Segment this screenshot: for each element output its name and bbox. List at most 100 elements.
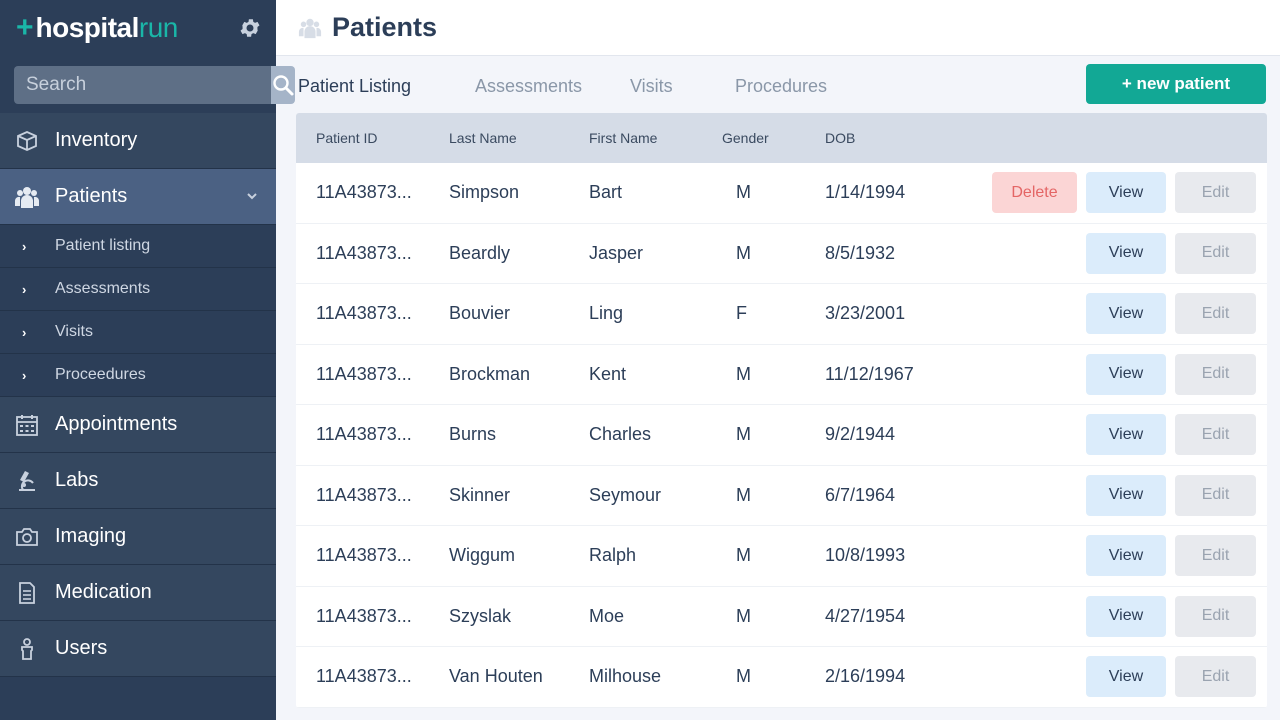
new-patient-button[interactable]: + new patient bbox=[1086, 64, 1266, 104]
cell-gender: M bbox=[736, 545, 751, 566]
column-header-patient-id[interactable]: Patient ID bbox=[316, 130, 377, 146]
sidebar-item-inventory[interactable]: Inventory bbox=[0, 113, 276, 169]
page-header: Patients bbox=[276, 0, 1280, 56]
view-button[interactable]: View bbox=[1086, 414, 1166, 456]
cell-first-name: Moe bbox=[589, 605, 625, 626]
view-button[interactable]: View bbox=[1086, 293, 1166, 335]
view-button[interactable]: View bbox=[1086, 172, 1166, 214]
edit-button[interactable]: Edit bbox=[1175, 656, 1256, 698]
search-bar bbox=[14, 66, 295, 104]
sidebar-item-users[interactable]: Users bbox=[0, 621, 276, 677]
cell-first-name: Seymour bbox=[589, 484, 662, 505]
cell-dob: 4/27/1954 bbox=[825, 605, 906, 626]
sidebar-item-labs[interactable]: Labs bbox=[0, 453, 276, 509]
tab-assessments[interactable]: Assessments bbox=[475, 72, 630, 100]
cell-last-name: Van Houten bbox=[449, 666, 543, 687]
chevron-right-icon: › bbox=[22, 238, 27, 254]
brand-name-run: run bbox=[138, 12, 178, 43]
sidebar-subitem-visits[interactable]: › Visits bbox=[0, 311, 276, 354]
cell-first-name: Bart bbox=[589, 182, 623, 203]
sidebar-item-patients[interactable]: Patients bbox=[0, 169, 276, 225]
table-row: 11A43873... Simpson Bart M 1/14/1994 Del… bbox=[296, 163, 1267, 224]
document-icon bbox=[14, 580, 40, 606]
cell-dob: 8/5/1932 bbox=[825, 242, 896, 263]
cell-patient-id: 11A43873... bbox=[316, 242, 412, 263]
edit-button[interactable]: Edit bbox=[1175, 595, 1256, 637]
sidebar-item-appointments[interactable]: Appointments bbox=[0, 397, 276, 453]
table-row: 11A43873... Bouvier Ling F 3/23/2001 Vie… bbox=[296, 284, 1267, 345]
cell-last-name: Skinner bbox=[449, 484, 511, 505]
view-button[interactable]: View bbox=[1086, 595, 1166, 637]
sidebar-nav: Inventory Patients › Patient listing › A… bbox=[0, 113, 276, 677]
column-header-first-name[interactable]: First Name bbox=[589, 130, 657, 146]
cell-gender: M bbox=[736, 605, 751, 626]
brand-logo[interactable]: + hospital run bbox=[0, 0, 276, 56]
chevron-down-icon bbox=[247, 193, 257, 200]
tab-visits[interactable]: Visits bbox=[630, 72, 735, 100]
edit-button[interactable]: Edit bbox=[1175, 232, 1256, 274]
brand-name-hospital: hospital bbox=[35, 12, 140, 43]
camera-icon bbox=[14, 524, 40, 550]
view-button[interactable]: View bbox=[1086, 353, 1166, 395]
chevron-right-icon: › bbox=[22, 281, 27, 297]
search-input[interactable] bbox=[14, 66, 271, 104]
patients-icon bbox=[14, 184, 40, 210]
table-row: 11A43873... Wiggum Ralph M 10/8/1993 Vie… bbox=[296, 526, 1267, 587]
cell-dob: 2/16/1994 bbox=[825, 666, 906, 687]
cell-patient-id: 11A43873... bbox=[316, 424, 412, 445]
cell-gender: F bbox=[736, 303, 747, 324]
edit-button[interactable]: Edit bbox=[1175, 353, 1256, 395]
delete-button[interactable]: Delete bbox=[992, 172, 1077, 214]
cell-first-name: Ling bbox=[589, 303, 624, 324]
cell-gender: M bbox=[736, 182, 751, 203]
edit-button[interactable]: Edit bbox=[1175, 535, 1256, 577]
sidebar-item-label: Labs bbox=[55, 469, 99, 491]
tab-patient-listing[interactable]: Patient Listing bbox=[298, 72, 475, 100]
chevron-right-icon: › bbox=[22, 367, 27, 383]
table-row: 11A43873... Brockman Kent M 11/12/1967 V… bbox=[296, 345, 1267, 405]
sidebar-subitem-label: Patient listing bbox=[55, 237, 151, 254]
cell-patient-id: 11A43873... bbox=[316, 605, 412, 626]
cell-dob: 11/12/1967 bbox=[825, 363, 914, 384]
column-header-dob[interactable]: DOB bbox=[825, 130, 855, 146]
cell-first-name: Milhouse bbox=[589, 666, 662, 687]
edit-button[interactable]: Edit bbox=[1175, 474, 1256, 516]
cell-last-name: Simpson bbox=[449, 182, 520, 203]
sidebar-item-imaging[interactable]: Imaging bbox=[0, 509, 276, 565]
sidebar-item-label: Patients bbox=[55, 185, 128, 207]
view-button[interactable]: View bbox=[1086, 656, 1166, 698]
cell-first-name: Kent bbox=[589, 363, 627, 384]
page-title: Patients bbox=[332, 12, 438, 42]
tab-procedures[interactable]: Procedures bbox=[735, 72, 827, 100]
cell-dob: 10/8/1993 bbox=[825, 545, 906, 566]
edit-button[interactable]: Edit bbox=[1175, 414, 1256, 456]
cell-dob: 9/2/1944 bbox=[825, 424, 896, 445]
cell-dob: 3/23/2001 bbox=[825, 303, 906, 324]
column-header-last-name[interactable]: Last Name bbox=[449, 130, 517, 146]
tab-bar: Patient Listing Assessments Visits Proce… bbox=[298, 72, 827, 100]
cell-gender: M bbox=[736, 666, 751, 687]
cell-last-name: Brockman bbox=[449, 363, 531, 384]
cell-gender: M bbox=[736, 363, 751, 384]
chevron-right-icon: › bbox=[22, 324, 27, 340]
table-row: 11A43873... Skinner Seymour M 6/7/1964 V… bbox=[296, 466, 1267, 526]
sidebar-subitem-assessments[interactable]: › Assessments bbox=[0, 268, 276, 311]
sidebar-item-medication[interactable]: Medication bbox=[0, 565, 276, 621]
edit-button[interactable]: Edit bbox=[1175, 172, 1256, 214]
cell-first-name: Charles bbox=[589, 424, 652, 445]
edit-button[interactable]: Edit bbox=[1175, 293, 1256, 335]
user-icon bbox=[14, 636, 40, 662]
cell-last-name: Wiggum bbox=[449, 545, 516, 566]
cell-last-name: Beardly bbox=[449, 242, 511, 263]
search-button[interactable] bbox=[271, 66, 295, 104]
sidebar-subitem-procedures[interactable]: › Proceedures bbox=[0, 354, 276, 397]
view-button[interactable]: View bbox=[1086, 474, 1166, 516]
patients-icon bbox=[298, 18, 322, 38]
sidebar-item-label: Inventory bbox=[55, 129, 138, 151]
sidebar-subitem-patient-listing[interactable]: › Patient listing bbox=[0, 225, 276, 268]
column-header-gender[interactable]: Gender bbox=[722, 130, 769, 146]
view-button[interactable]: View bbox=[1086, 232, 1166, 274]
gear-icon[interactable] bbox=[238, 16, 262, 40]
view-button[interactable]: View bbox=[1086, 535, 1166, 577]
cell-gender: M bbox=[736, 242, 751, 263]
